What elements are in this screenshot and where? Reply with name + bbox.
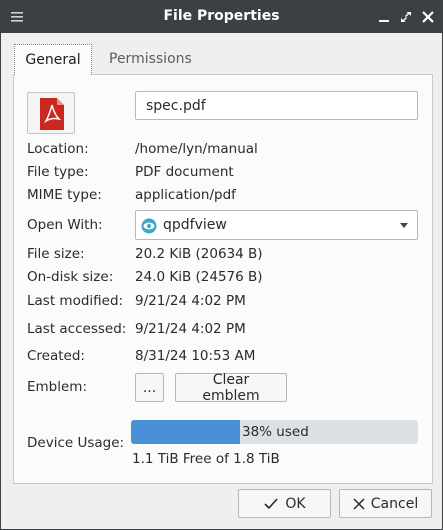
on-disk-size-value: 24.0 KiB (24576 B) [135,269,263,285]
device-usage-bar: 38% used [131,420,418,444]
created-label: Created: [27,348,85,364]
minimize-icon[interactable] [377,10,391,24]
file-size-label: File size: [27,246,85,262]
window-title: File Properties [163,8,280,24]
tab-general[interactable]: General [14,44,92,75]
mime-type-label: MIME type: [27,187,102,203]
ok-button[interactable]: OK [238,489,331,518]
titlebar: File Properties [1,1,442,33]
last-modified-value: 9/21/24 4:02 PM [135,293,246,309]
chevron-down-icon [400,223,408,228]
cancel-button[interactable]: Cancel [339,489,432,518]
file-type-label: File type: [27,164,89,180]
clear-emblem-button[interactable]: Clear emblem [175,372,287,404]
on-disk-size-label: On-disk size: [27,269,114,285]
device-free-text: 1.1 TiB Free of 1.8 TiB [132,451,280,467]
device-usage-label: Device Usage: [27,435,125,451]
file-name-input[interactable] [135,91,418,120]
choose-emblem-button[interactable]: ... [135,373,164,402]
maximize-icon[interactable] [399,10,413,24]
last-modified-label: Last modified: [27,293,124,309]
open-with-value: qpdfview [163,217,227,233]
file-properties-window: File Properties General Permissions Loca… [0,0,443,530]
device-usage-percent: 38% used [242,424,309,440]
location-value: /home/lyn/manual [135,141,258,157]
open-with-select[interactable]: qpdfview [135,210,418,240]
device-usage-fill [131,420,241,444]
last-accessed-label: Last accessed: [27,321,127,337]
last-accessed-value: 9/21/24 4:02 PM [135,321,246,337]
open-with-label: Open With: [27,217,103,233]
file-icon-button[interactable] [27,92,75,134]
file-size-value: 20.2 KiB (20634 B) [135,246,263,262]
close-icon[interactable] [421,10,435,24]
location-label: Location: [27,141,89,157]
mime-type-value: application/pdf [135,187,236,203]
file-type-value: PDF document [135,164,234,180]
cancel-x-icon [353,497,365,510]
qpdfview-app-icon [141,218,157,234]
emblem-label: Emblem: [27,379,88,395]
cancel-label: Cancel [370,495,419,512]
checkmark-icon [264,497,278,509]
tab-permissions[interactable]: Permissions [97,44,204,75]
pdf-file-icon [40,98,64,130]
created-value: 8/31/24 10:53 AM [135,348,256,364]
ok-label: OK [285,495,306,512]
